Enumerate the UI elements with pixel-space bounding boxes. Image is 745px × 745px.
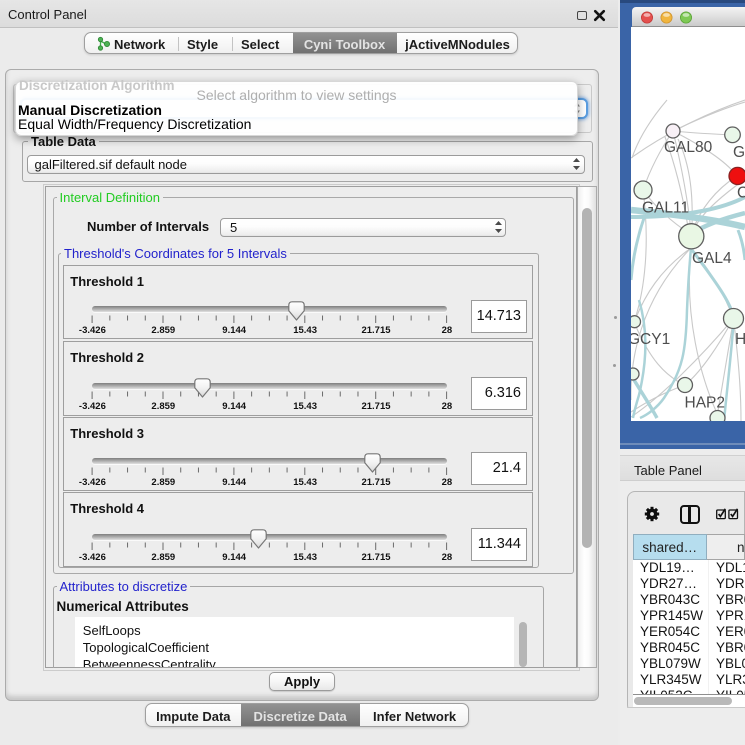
svg-text:HAP2: HAP2 bbox=[685, 395, 726, 412]
svg-text:H: H bbox=[735, 331, 745, 348]
svg-text:GCY1: GCY1 bbox=[631, 331, 670, 348]
svg-text:GAL4: GAL4 bbox=[692, 250, 732, 267]
svg-text:GAL80: GAL80 bbox=[664, 139, 713, 156]
svg-text:G.: G. bbox=[733, 144, 745, 161]
svg-text:C: C bbox=[737, 185, 745, 202]
svg-text:GAL11: GAL11 bbox=[642, 199, 689, 216]
